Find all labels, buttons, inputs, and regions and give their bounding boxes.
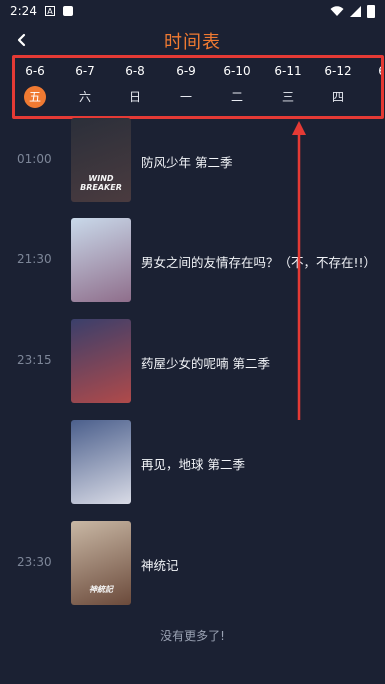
no-more-text: 没有更多了!	[160, 629, 225, 643]
day-weekday: 三	[281, 90, 294, 104]
anime-poster[interactable]	[71, 420, 131, 504]
day-tab[interactable]: 6-1 五	[367, 58, 381, 116]
wifi-icon	[330, 5, 344, 16]
schedule-row[interactable]: 01:00 WIND BREAKER 防风少年 第二季	[0, 118, 385, 204]
date-selector[interactable]: 6-6 五 6-7 六 6-8 日 6-9 一 6-10 二 6-11 三 6-12 四 6-1 五	[12, 55, 384, 119]
day-tab[interactable]: 6-11 三	[267, 58, 309, 116]
day-tab[interactable]: 6-8 日	[114, 58, 156, 116]
schedule-row[interactable]: 再见，地球 第二季	[0, 420, 385, 506]
day-date: 6-6	[25, 64, 45, 78]
air-time: 01:00	[17, 152, 52, 166]
day-tab[interactable]: 6-9 一	[165, 58, 207, 116]
schedule-row[interactable]: 23:30 神統記 神统记	[0, 521, 385, 607]
day-weekday: 六	[78, 90, 91, 104]
day-weekday: 四	[331, 90, 344, 104]
day-date: 6-7	[75, 64, 95, 78]
status-time: 2:24	[10, 4, 37, 18]
day-tab[interactable]: 6-7 六	[64, 58, 106, 116]
page-title: 时间表	[164, 32, 221, 53]
day-weekday: 五	[24, 86, 46, 108]
day-tab[interactable]: 6-6 五	[15, 58, 56, 116]
day-date: 6-9	[176, 64, 196, 78]
day-tab[interactable]: 6-12 四	[317, 58, 359, 116]
poster-logo-text: WIND BREAKER	[80, 174, 122, 192]
battery-icon	[367, 4, 375, 18]
day-date: 6-10	[223, 64, 251, 78]
day-date: 6-1	[367, 64, 381, 78]
day-weekday: 日	[128, 90, 141, 104]
air-time: 23:30	[17, 555, 52, 569]
schedule-row[interactable]: 21:30 男女之间的友情存在吗？（不，不存在!!）	[0, 218, 385, 304]
day-weekday: 五	[377, 86, 381, 108]
poster-logo-text: 神統記	[89, 585, 113, 594]
day-weekday: 二	[230, 90, 243, 104]
day-date: 6-11	[274, 64, 302, 78]
anime-title: 男女之间的友情存在吗？（不，不存在!!）	[141, 255, 377, 270]
day-date: 6-8	[125, 64, 145, 78]
anime-title: 防风少年 第二季	[141, 155, 233, 170]
a-notification-icon: A	[44, 6, 55, 16]
anime-title: 再见，地球 第二季	[141, 457, 245, 472]
day-tab[interactable]: 6-10 二	[216, 58, 258, 116]
square-notification-icon	[62, 6, 73, 16]
day-date: 6-12	[324, 64, 352, 78]
anime-poster[interactable]	[71, 218, 131, 302]
day-weekday: 一	[179, 90, 192, 104]
air-time: 21:30	[17, 252, 52, 266]
anime-poster[interactable]	[71, 319, 131, 403]
schedule-row[interactable]: 23:15 药屋少女的呢喃 第二季	[0, 319, 385, 405]
anime-title: 药屋少女的呢喃 第二季	[141, 356, 270, 371]
anime-title: 神统记	[141, 558, 179, 573]
air-time: 23:15	[17, 353, 52, 367]
header: 时间表	[0, 26, 385, 54]
signal-icon	[350, 5, 361, 17]
status-bar: 2:24 A	[0, 0, 385, 22]
anime-poster[interactable]: WIND BREAKER	[71, 118, 131, 202]
anime-poster[interactable]: 神統記	[71, 521, 131, 605]
